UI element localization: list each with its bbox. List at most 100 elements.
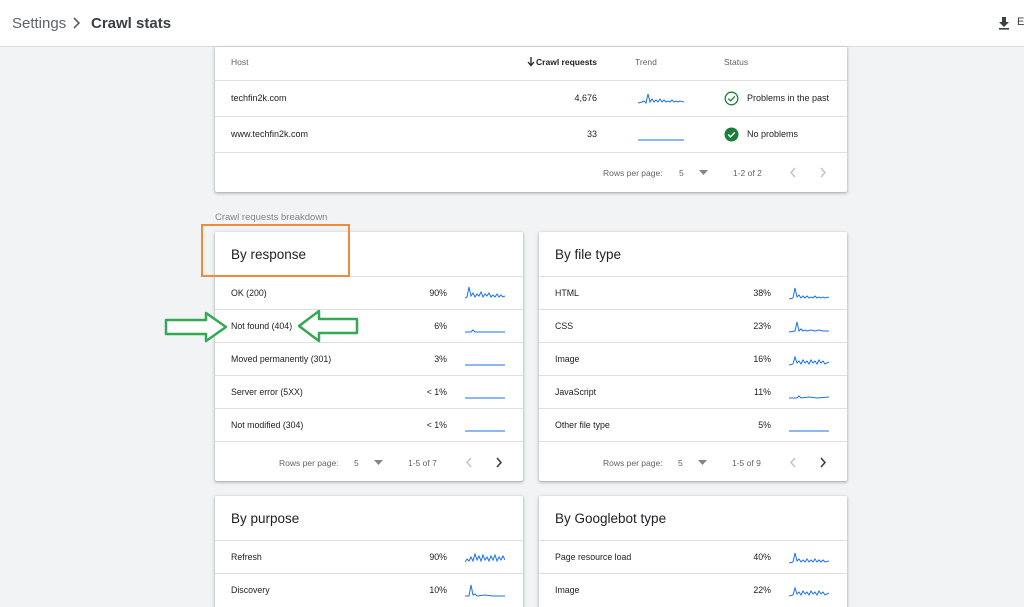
trend-sparkline bbox=[465, 397, 505, 399]
row-percent: 90% bbox=[429, 288, 447, 298]
trend-sparkline bbox=[789, 395, 829, 399]
row-label: Discovery bbox=[231, 585, 270, 595]
chevron-left-icon[interactable] bbox=[465, 457, 473, 468]
trend-sparkline bbox=[465, 552, 505, 563]
list-item[interactable]: Page resource load 40% bbox=[539, 540, 847, 573]
list-item[interactable]: Other file type 5% bbox=[539, 408, 847, 441]
dropdown-arrow-icon[interactable] bbox=[698, 460, 707, 466]
row-label: Image bbox=[555, 585, 580, 595]
highlight-box bbox=[201, 224, 350, 277]
rows-per-page-select[interactable]: 5 bbox=[678, 458, 683, 468]
list-item[interactable]: Not modified (304) < 1% bbox=[215, 408, 523, 441]
dropdown-arrow-icon[interactable] bbox=[374, 460, 383, 466]
list-item[interactable]: HTML 38% bbox=[539, 276, 847, 309]
row-percent: 11% bbox=[754, 387, 771, 397]
trend-sparkline bbox=[789, 586, 829, 597]
list-item[interactable]: JavaScript 11% bbox=[539, 375, 847, 408]
card-pagination: Rows per page: 5 1-5 of 7 bbox=[215, 441, 523, 481]
section-heading: Crawl requests breakdown bbox=[215, 212, 328, 223]
by-purpose-card: By purpose Refresh 90% Discovery 10% bbox=[215, 496, 523, 607]
host-name: www.techfin2k.com bbox=[231, 129, 309, 139]
arrow-left-icon bbox=[297, 309, 359, 343]
dropdown-arrow-icon[interactable] bbox=[699, 170, 708, 176]
row-percent: 38% bbox=[753, 288, 771, 298]
row-label: Refresh bbox=[231, 552, 262, 562]
host-name: techfin2k.com bbox=[231, 93, 287, 103]
chevron-right-icon[interactable] bbox=[819, 457, 827, 468]
check-circle-outline-icon bbox=[724, 91, 739, 106]
crawl-requests-value: 4,676 bbox=[574, 93, 597, 103]
column-header-status: Status bbox=[724, 57, 749, 67]
trend-sparkline bbox=[465, 584, 505, 597]
row-percent: 40% bbox=[753, 552, 771, 562]
row-label: Not found (404) bbox=[231, 321, 293, 331]
download-icon[interactable] bbox=[997, 16, 1011, 30]
check-circle-filled-icon bbox=[724, 127, 739, 142]
host-status: Problems in the past bbox=[747, 93, 830, 103]
list-item[interactable]: Image 22% bbox=[539, 573, 847, 606]
crawl-requests-value: 33 bbox=[586, 129, 597, 139]
page-range: 1-5 of 9 bbox=[732, 458, 761, 468]
trend-sparkline bbox=[789, 552, 829, 564]
page-range: 1-5 of 7 bbox=[408, 458, 437, 468]
row-percent: 3% bbox=[434, 354, 447, 364]
export-button[interactable]: E bbox=[1017, 16, 1024, 28]
chevron-left-icon[interactable] bbox=[789, 167, 797, 178]
row-label: Image bbox=[555, 354, 580, 364]
list-item[interactable]: Image 16% bbox=[539, 342, 847, 375]
chevron-right-icon bbox=[73, 17, 81, 29]
trend-sparkline bbox=[789, 287, 829, 300]
page-range: 1-2 of 2 bbox=[733, 168, 762, 178]
row-percent: 6% bbox=[434, 321, 447, 331]
row-label: Not modified (304) bbox=[231, 420, 304, 430]
list-item[interactable]: Server error (5XX) < 1% bbox=[215, 375, 523, 408]
trend-sparkline bbox=[789, 355, 829, 366]
row-label: JavaScript bbox=[555, 387, 597, 397]
list-item[interactable]: CSS 23% bbox=[539, 309, 847, 342]
trend-sparkline bbox=[465, 364, 505, 366]
table-row[interactable]: www.techfin2k.com 33 No problems bbox=[215, 116, 847, 152]
rows-per-page-label: Rows per page: bbox=[279, 458, 339, 468]
rows-per-page-label: Rows per page: bbox=[603, 168, 663, 178]
page-title: Crawl stats bbox=[91, 15, 172, 32]
column-header-crawl-requests[interactable]: Crawl requests bbox=[527, 57, 597, 67]
chevron-right-icon[interactable] bbox=[495, 457, 503, 468]
row-label: CSS bbox=[555, 321, 574, 331]
row-label: Server error (5XX) bbox=[231, 387, 303, 397]
row-label: Moved permanently (301) bbox=[231, 354, 332, 364]
row-percent: 5% bbox=[758, 420, 771, 430]
list-item[interactable]: Not found (404) 6% bbox=[215, 309, 523, 342]
hosts-table: Host Crawl requests Trend Status techfin… bbox=[215, 47, 847, 192]
row-percent: < 1% bbox=[426, 420, 447, 430]
chevron-right-icon[interactable] bbox=[819, 167, 827, 178]
table-pagination: Rows per page: 5 1-2 of 2 bbox=[215, 152, 847, 192]
rows-per-page-select[interactable]: 5 bbox=[354, 458, 359, 468]
row-label: OK (200) bbox=[231, 288, 267, 298]
chevron-left-icon[interactable] bbox=[789, 457, 797, 468]
card-pagination: Rows per page: 5 1-5 of 9 bbox=[539, 441, 847, 481]
list-item[interactable]: Moved permanently (301) 3% bbox=[215, 342, 523, 375]
by-file-type-card: By file type HTML 38% CSS 23% Image 16% … bbox=[539, 232, 847, 481]
row-percent: 23% bbox=[753, 321, 771, 331]
row-percent: 10% bbox=[429, 585, 447, 595]
column-header-trend: Trend bbox=[635, 57, 657, 67]
row-percent: 22% bbox=[753, 585, 771, 595]
host-status: No problems bbox=[747, 129, 799, 139]
list-item[interactable]: Discovery 10% bbox=[215, 573, 523, 606]
table-row[interactable]: techfin2k.com 4,676 Problems in the past bbox=[215, 80, 847, 116]
card-title: By purpose bbox=[231, 511, 300, 526]
column-header-host: Host bbox=[231, 57, 249, 67]
list-item[interactable]: OK (200) 90% bbox=[215, 276, 523, 309]
row-percent: < 1% bbox=[426, 387, 447, 397]
trend-sparkline bbox=[638, 93, 684, 104]
top-bar: Settings Crawl stats E bbox=[0, 0, 1024, 47]
list-item[interactable]: Refresh 90% bbox=[215, 540, 523, 573]
row-label: Other file type bbox=[555, 420, 610, 430]
arrow-right-icon bbox=[164, 311, 228, 343]
trend-sparkline bbox=[465, 329, 505, 333]
trend-sparkline bbox=[789, 430, 829, 432]
row-percent: 16% bbox=[753, 354, 771, 364]
rows-per-page-select[interactable]: 5 bbox=[679, 168, 684, 178]
breadcrumb-settings[interactable]: Settings bbox=[12, 15, 66, 32]
row-label: HTML bbox=[555, 288, 579, 298]
